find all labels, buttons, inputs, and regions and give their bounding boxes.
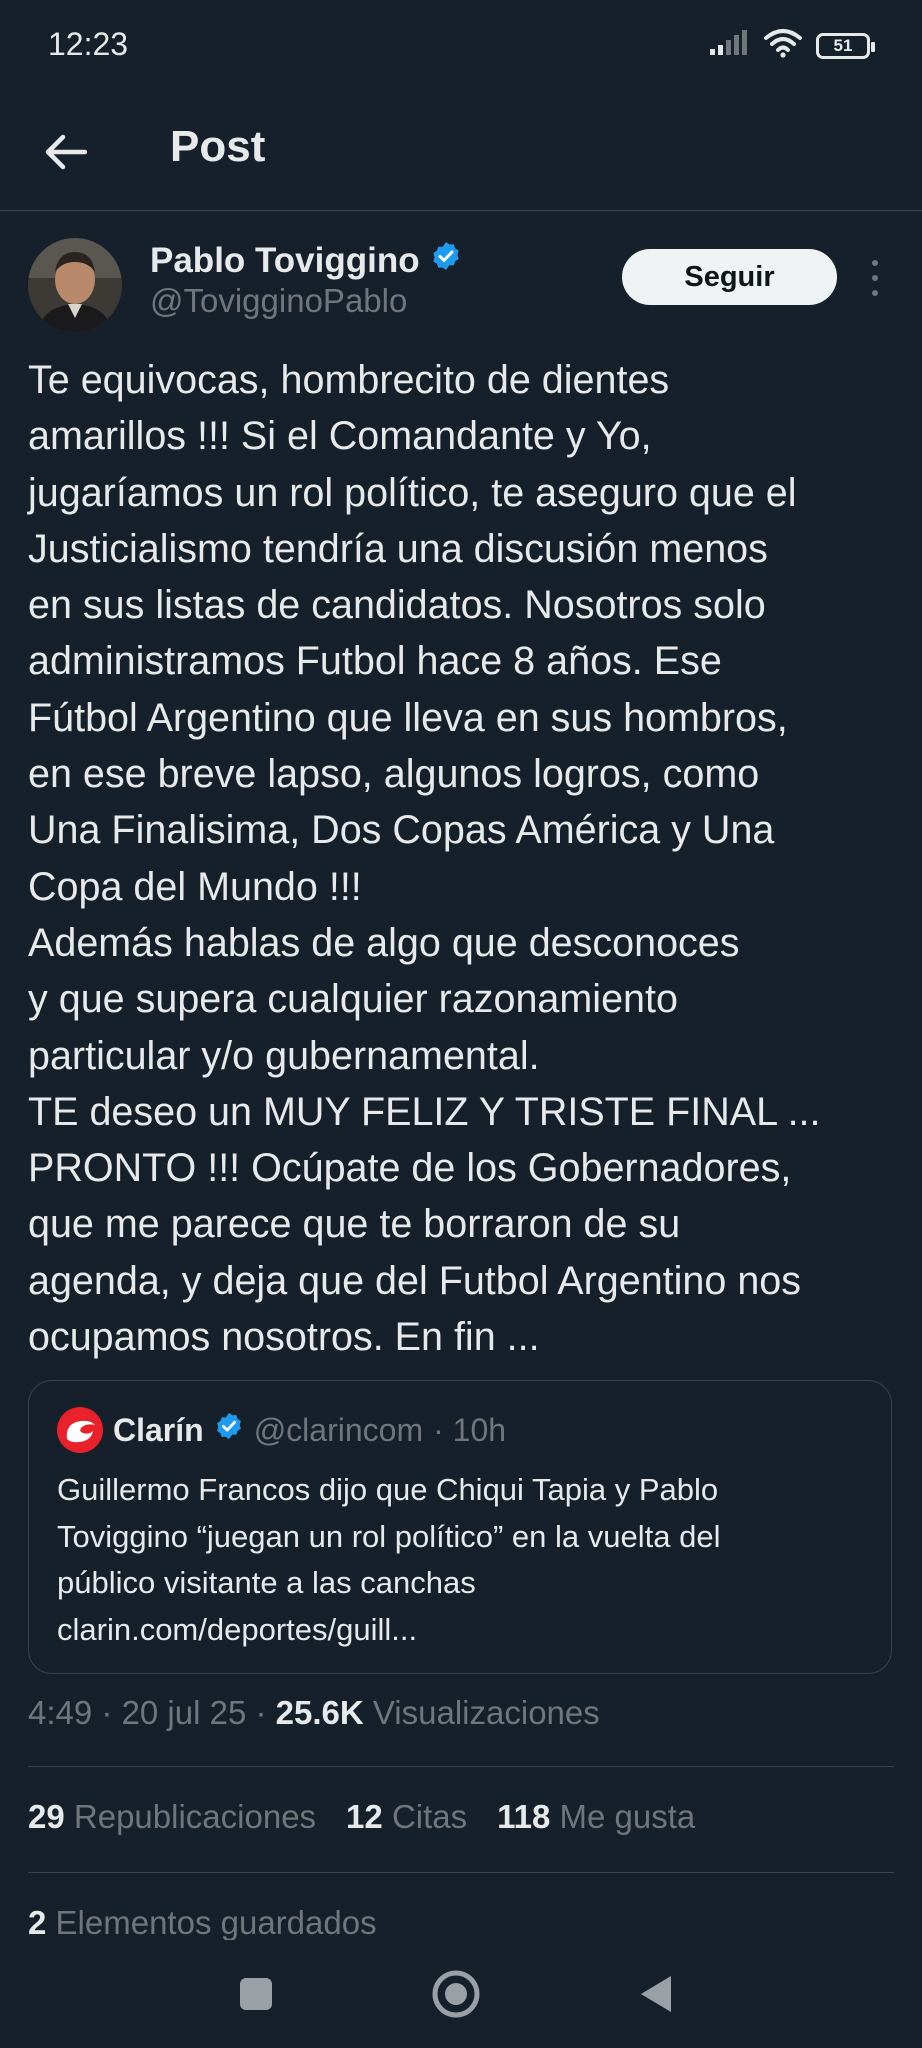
likes-stat[interactable]: 118 Me gusta [497,1798,695,1836]
status-time: 12:23 [48,26,129,62]
post-date: 20 jul 25 [121,1694,247,1731]
quoted-post-header: Clarín @clarincom · 10h [57,1407,506,1453]
nav-home-icon[interactable] [426,1964,486,2024]
author-name[interactable]: Pablo Toviggino [150,240,462,281]
nav-recents-icon[interactable] [226,1964,286,2024]
author-name-text: Pablo Toviggino [150,240,420,280]
nav-back-icon[interactable] [626,1964,686,2024]
signal-icon [710,30,750,61]
quoted-author-handle: @clarincom [253,1411,424,1448]
post-time: 4:49 [28,1694,93,1731]
reposts-stat[interactable]: 29 Republicaciones [28,1798,316,1836]
view-count: 25.6K [275,1694,364,1731]
top-app-bar: Post [0,100,922,211]
post-author-row: Pablo Toviggino @TovigginoPablo Seguir [0,232,922,342]
avatar[interactable] [28,238,122,332]
post-text: Te equivocas, hombrecito de dientes amar… [28,358,821,1360]
battery-icon: 51 [816,32,875,59]
battery-level: 51 [833,35,853,55]
system-nav-bar [0,1940,922,2048]
page-title: Post [170,122,266,171]
post-meta-row: 4:49 · 20 jul 25 · 25.6K Visualizaciones [28,1694,600,1731]
verified-badge-icon [430,240,462,281]
back-button[interactable] [36,124,96,184]
author-handle[interactable]: @TovigginoPablo [150,282,407,320]
status-icons: 51 [710,28,875,63]
quoted-post-time: · 10h [433,1411,507,1448]
follow-button[interactable]: Seguir [622,249,837,305]
divider [28,1766,894,1767]
quoted-post-text: Guillermo Francos dijo que Chiqui Tapia … [57,1472,721,1647]
quoted-author-name: Clarín [113,1411,204,1448]
engagement-stats: 29 Republicaciones 12 Citas 118 Me gusta [28,1798,695,1836]
wifi-icon [764,28,802,63]
clarin-logo-icon [57,1407,103,1453]
quotes-stat[interactable]: 12 Citas [346,1798,467,1836]
more-options-icon[interactable] [862,256,888,300]
divider [28,1872,894,1873]
verified-badge-icon [214,1411,244,1449]
view-count-label: Visualizaciones [372,1694,600,1731]
bookmarks-stat[interactable]: 2 Elementos guardados [28,1904,377,1942]
status-bar: 12:23 51 [0,0,922,96]
back-arrow-icon [45,134,88,175]
quoted-post-card[interactable]: Clarín @clarincom · 10h Guillermo Franco… [28,1380,892,1674]
